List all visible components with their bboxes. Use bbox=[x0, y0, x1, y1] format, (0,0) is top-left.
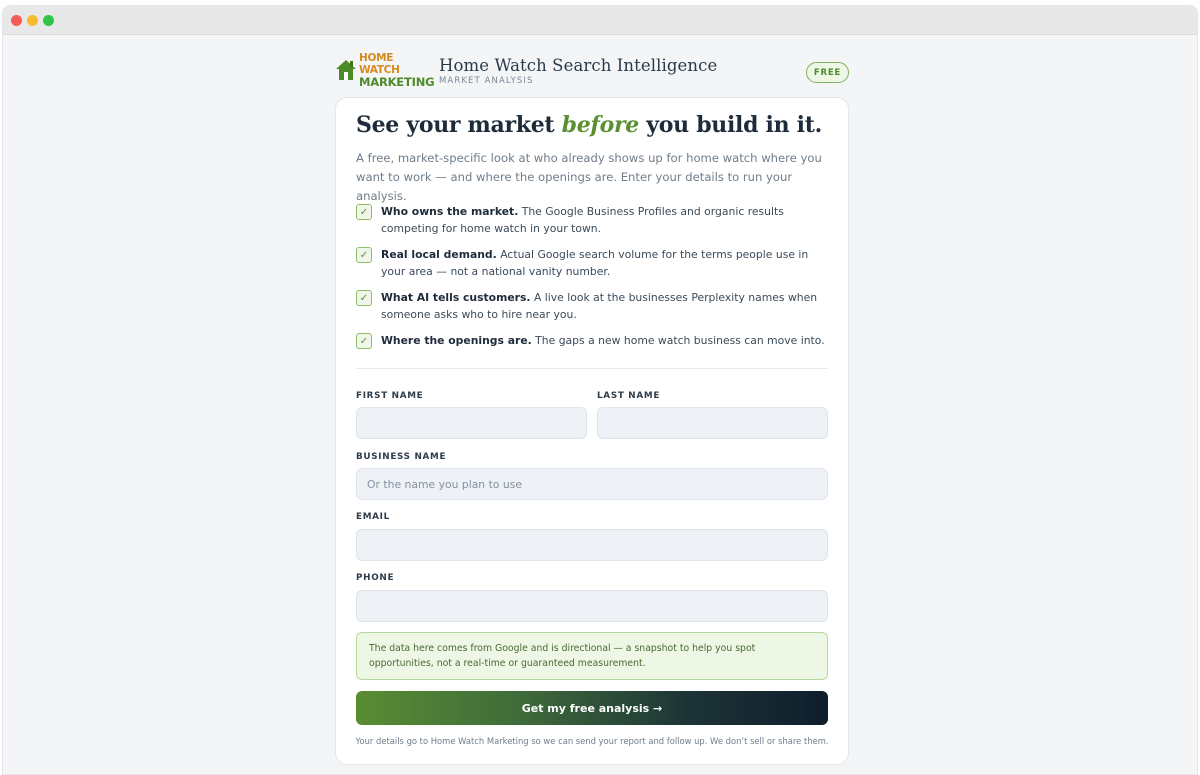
close-window-button[interactable] bbox=[11, 15, 22, 26]
intro-text: A free, market-specific look at who alre… bbox=[356, 151, 822, 203]
feature-text: Who owns the market. The Google Business… bbox=[381, 203, 826, 237]
privacy-note: Your details go to Home Watch Marketing … bbox=[355, 736, 829, 746]
check-icon: ✓ bbox=[356, 204, 372, 220]
feature-text: Real local demand. Actual Google search … bbox=[381, 246, 826, 280]
analysis-card: See your market before you build in it. … bbox=[335, 97, 849, 765]
page-header: HOME WATCH MARKETING Home Watch Search I… bbox=[335, 52, 849, 92]
app-subtitle: MARKET ANALYSIS bbox=[439, 76, 534, 86]
free-badge: FREE bbox=[806, 62, 849, 83]
section-divider bbox=[356, 368, 828, 369]
feature-title: Where the openings are. bbox=[381, 334, 532, 347]
first-name-input[interactable] bbox=[356, 407, 587, 439]
get-analysis-button[interactable]: Get my free analysis → bbox=[356, 691, 828, 725]
page-headline: See your market before you build in it. bbox=[356, 112, 822, 138]
browser-window: HOME WATCH MARKETING Home Watch Search I… bbox=[2, 5, 1198, 775]
headline-part-1: See your market bbox=[356, 112, 562, 138]
feature-item: ✓ What AI tells customers. A live look a… bbox=[356, 289, 826, 323]
email-label: EMAIL bbox=[356, 512, 390, 522]
data-disclaimer: The data here comes from Google and is d… bbox=[356, 632, 828, 680]
feature-title: Who owns the market. bbox=[381, 205, 519, 218]
first-name-label: FIRST NAME bbox=[356, 391, 424, 401]
last-name-label: LAST NAME bbox=[597, 391, 661, 401]
email-input[interactable] bbox=[356, 529, 828, 561]
headline-accent: before bbox=[561, 112, 640, 138]
window-titlebar bbox=[3, 6, 1197, 35]
house-icon bbox=[335, 58, 357, 82]
check-icon: ✓ bbox=[356, 247, 372, 263]
logo-line-1: HOME WATCH bbox=[359, 52, 400, 76]
maximize-window-button[interactable] bbox=[43, 15, 54, 26]
phone-label: PHONE bbox=[356, 573, 395, 583]
brand-logo[interactable]: HOME WATCH MARKETING bbox=[335, 52, 435, 88]
feature-title: Real local demand. bbox=[381, 248, 497, 261]
app-title: Home Watch Search Intelligence bbox=[439, 56, 718, 75]
feature-item: ✓ Where the openings are. The gaps a new… bbox=[356, 332, 826, 349]
last-name-input[interactable] bbox=[597, 407, 828, 439]
check-icon: ✓ bbox=[356, 333, 372, 349]
check-icon: ✓ bbox=[356, 290, 372, 306]
logo-wordmark: HOME WATCH MARKETING bbox=[359, 52, 435, 89]
feature-text: Where the openings are. The gaps a new h… bbox=[381, 332, 825, 349]
minimize-window-button[interactable] bbox=[27, 15, 38, 26]
feature-list: ✓ Who owns the market. The Google Busine… bbox=[356, 203, 826, 358]
logo-line-2: MARKETING bbox=[359, 75, 435, 89]
feature-description: The gaps a new home watch business can m… bbox=[531, 334, 825, 347]
headline-part-2: you build in it. bbox=[638, 112, 822, 138]
feature-text: What AI tells customers. A live look at … bbox=[381, 289, 826, 323]
feature-title: What AI tells customers. bbox=[381, 291, 531, 304]
business-name-label: BUSINESS NAME bbox=[356, 452, 447, 462]
feature-item: ✓ Real local demand. Actual Google searc… bbox=[356, 246, 826, 280]
phone-input[interactable] bbox=[356, 590, 828, 622]
feature-item: ✓ Who owns the market. The Google Busine… bbox=[356, 203, 826, 237]
business-name-input[interactable] bbox=[356, 468, 828, 500]
